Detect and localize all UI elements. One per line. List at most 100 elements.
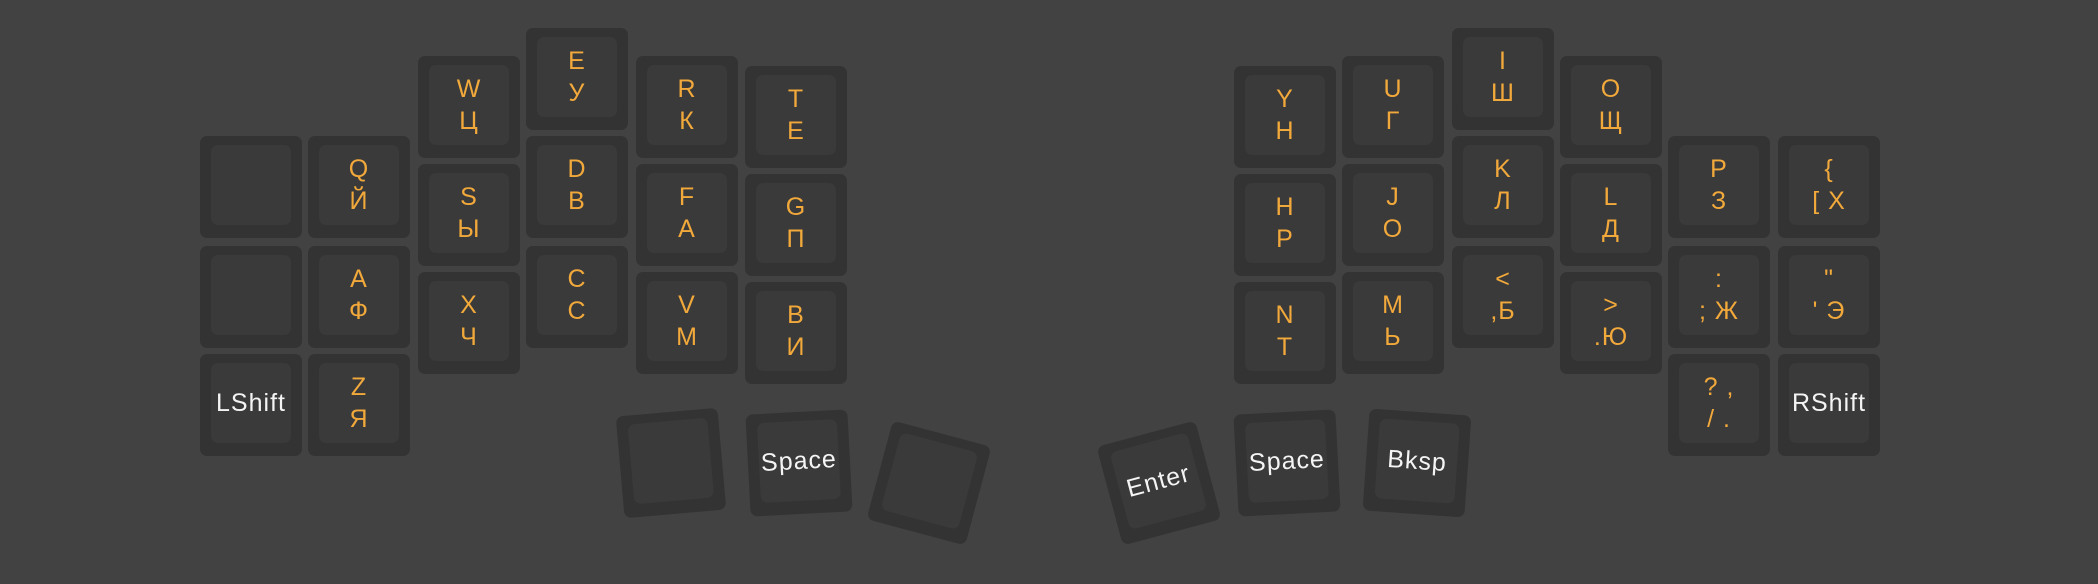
- key-l-blank-mid: [200, 246, 302, 348]
- key-legend: Й: [349, 187, 369, 215]
- key-legend: Н: [1275, 117, 1295, 145]
- keycap: AФ: [319, 255, 399, 335]
- key-l-s: SЫ: [418, 164, 520, 266]
- key-tr-space: Space: [1233, 409, 1341, 517]
- key-legend: Д: [1602, 215, 1620, 243]
- keycap: ? , / .: [1679, 363, 1759, 443]
- key-r-u: UГ: [1342, 56, 1444, 158]
- key-legend: Space: [1248, 445, 1326, 477]
- key-legend: И: [786, 333, 806, 361]
- keycap: Enter: [1109, 432, 1208, 531]
- key-l-t: TЕ: [745, 66, 847, 168]
- key-legend: Т: [1276, 333, 1294, 361]
- keycap: FА: [647, 173, 727, 253]
- keycap: [880, 432, 979, 531]
- key-legend: С: [567, 297, 587, 325]
- key-l-x: XЧ: [418, 272, 520, 374]
- key-legend: .Ю: [1593, 323, 1629, 351]
- key-r-i: IШ: [1452, 28, 1554, 130]
- key-legend: F: [678, 183, 696, 211]
- key-l-v: VМ: [636, 272, 738, 374]
- key-r-p: PЗ: [1668, 136, 1770, 238]
- key-legend: W: [456, 75, 482, 103]
- key-r-comma: < ,Б: [1452, 246, 1554, 348]
- key-l-e: EУ: [526, 28, 628, 130]
- key-legend: J: [1386, 183, 1400, 211]
- keycap: TЕ: [756, 75, 836, 155]
- key-legend: ": [1824, 265, 1834, 293]
- keycap: WЦ: [429, 65, 509, 145]
- keycap: BИ: [756, 291, 836, 371]
- key-legend: A: [350, 265, 368, 293]
- key-legend: E: [568, 47, 586, 75]
- keycap: YН: [1245, 75, 1325, 155]
- key-legend: S: [460, 183, 478, 211]
- key-legend: Ц: [459, 107, 479, 135]
- key-r-quote: " ' Э: [1778, 246, 1880, 348]
- keycap: IШ: [1463, 37, 1543, 117]
- key-legend: L: [1603, 183, 1619, 211]
- key-legend: Р: [1276, 225, 1294, 253]
- key-legend: N: [1275, 301, 1295, 329]
- key-legend: ? ,: [1703, 373, 1735, 401]
- key-legend: А: [678, 215, 696, 243]
- key-legend: П: [786, 225, 806, 253]
- key-r-l: LД: [1560, 164, 1662, 266]
- key-legend: >: [1603, 291, 1619, 319]
- key-legend: К: [679, 107, 695, 135]
- key-legend: G: [785, 193, 807, 221]
- keycap: EУ: [537, 37, 617, 117]
- keycap: JО: [1353, 173, 1433, 253]
- keycap: DВ: [537, 145, 617, 225]
- key-tl-blank-1: [615, 407, 727, 519]
- keycap: Space: [756, 418, 841, 504]
- key-legend: В: [568, 187, 586, 215]
- key-l-c: CС: [526, 246, 628, 348]
- keycap: NТ: [1245, 291, 1325, 371]
- keycap: OЩ: [1571, 65, 1651, 145]
- key-legend: B: [787, 301, 805, 329]
- key-legend: Space: [760, 445, 838, 477]
- key-legend: D: [567, 155, 587, 183]
- key-legend: Г: [1385, 107, 1401, 135]
- keycap: GП: [756, 183, 836, 263]
- key-legend: ,Б: [1490, 297, 1516, 325]
- keycap: LShift: [211, 363, 291, 443]
- key-legend: З: [1710, 187, 1728, 215]
- key-legend: LShift: [216, 389, 286, 417]
- key-legend: Ч: [460, 323, 478, 351]
- keycap: : ; Ж: [1679, 255, 1759, 335]
- key-r-h: HР: [1234, 174, 1336, 276]
- keycap: LД: [1571, 173, 1651, 253]
- key-legend: Ы: [457, 215, 481, 243]
- keycap: RShift: [1789, 363, 1869, 443]
- keycap: RК: [647, 65, 727, 145]
- keycap: MЬ: [1353, 281, 1433, 361]
- key-legend: {: [1824, 155, 1834, 183]
- key-legend: М: [676, 323, 698, 351]
- key-tl-space: Space: [745, 409, 853, 517]
- key-legend: ; Ж: [1699, 297, 1739, 325]
- keycap: ZЯ: [319, 363, 399, 443]
- key-l-r: RК: [636, 56, 738, 158]
- key-r-j: JО: [1342, 164, 1444, 266]
- key-legend: R: [677, 75, 697, 103]
- key-legend: <: [1495, 265, 1511, 293]
- key-legend: Я: [349, 405, 369, 433]
- key-legend: P: [1710, 155, 1728, 183]
- key-tl-blank-2: [866, 420, 992, 546]
- key-tr-bksp: Bksp: [1362, 408, 1472, 518]
- key-legend: K: [1494, 155, 1512, 183]
- key-legend: V: [678, 291, 696, 319]
- keycap: PЗ: [1679, 145, 1759, 225]
- keycap: Bksp: [1374, 418, 1460, 504]
- key-legend: Щ: [1598, 107, 1624, 135]
- key-legend: T: [787, 85, 805, 113]
- keycap: QЙ: [319, 145, 399, 225]
- key-legend: Ф: [348, 297, 369, 325]
- key-legend: / .: [1707, 405, 1731, 433]
- keycap: UГ: [1353, 65, 1433, 145]
- key-legend: U: [1383, 75, 1403, 103]
- keycap: XЧ: [429, 281, 509, 361]
- keycap: KЛ: [1463, 145, 1543, 225]
